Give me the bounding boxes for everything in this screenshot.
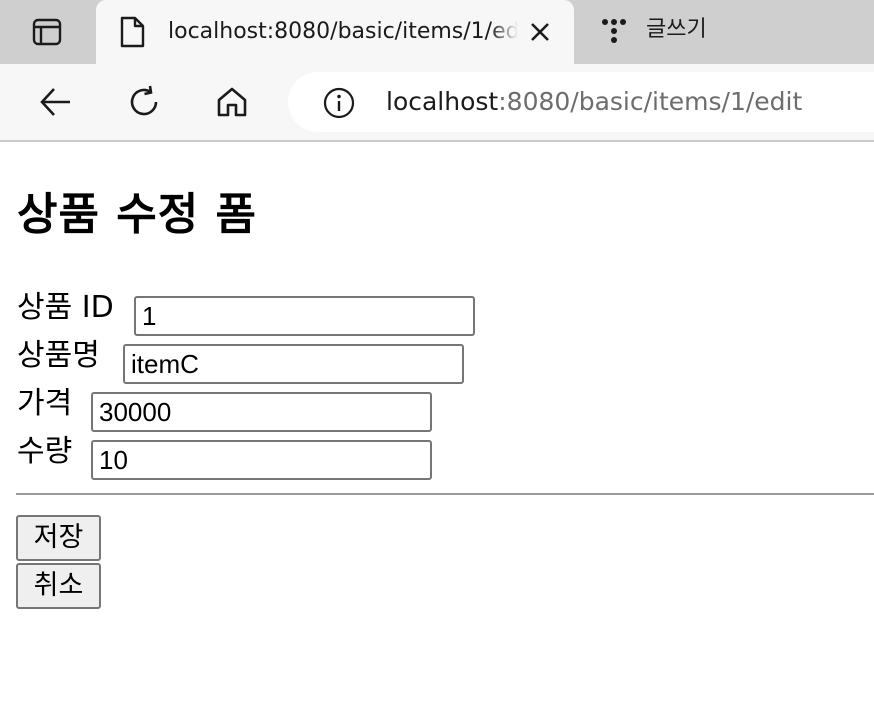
- field-label: 상품 ID: [17, 290, 114, 325]
- browser-toolbar: localhost:8080/basic/items/1/edit: [0, 64, 874, 142]
- url-path: :8080/basic/items/1/edit: [498, 87, 803, 116]
- tab-inactive[interactable]: 글쓰기: [590, 0, 874, 64]
- page-title: 상품 수정 폼: [17, 189, 258, 240]
- cancel-button[interactable]: 취소: [16, 563, 101, 609]
- save-button[interactable]: 저장: [16, 515, 101, 561]
- tab-strip: localhost:8080/basic/items/1/edit 글쓰기: [0, 0, 874, 64]
- close-icon[interactable]: [528, 20, 552, 44]
- field-label: 가격: [17, 386, 73, 421]
- address-bar[interactable]: localhost:8080/basic/items/1/edit: [288, 72, 874, 132]
- item-id-input[interactable]: [134, 296, 475, 336]
- quantity-input[interactable]: [91, 440, 432, 480]
- url-host: localhost: [386, 87, 499, 116]
- back-arrow-icon[interactable]: [36, 82, 76, 122]
- field-label: 상품명: [17, 338, 100, 373]
- reload-icon[interactable]: [124, 82, 164, 122]
- tab-title-inactive: 글쓰기: [646, 17, 707, 42]
- divider: [16, 493, 874, 495]
- tab-actions-icon[interactable]: [22, 14, 72, 50]
- site-info-icon[interactable]: [322, 86, 356, 124]
- dots-favicon-icon: [598, 16, 630, 52]
- price-input[interactable]: [91, 392, 432, 432]
- home-icon[interactable]: [212, 82, 252, 122]
- page-content: 상품 수정 폼 상품 ID 상품명 가격 수량 저장 취소: [0, 142, 874, 710]
- item-name-input[interactable]: [123, 344, 464, 384]
- page-document-icon: [118, 16, 146, 52]
- tab-title: localhost:8080/basic/items/1/edit: [168, 19, 518, 44]
- tab-active[interactable]: localhost:8080/basic/items/1/edit: [96, 0, 574, 64]
- url-text: localhost:8080/basic/items/1/edit: [386, 85, 802, 119]
- field-label: 수량: [17, 434, 73, 469]
